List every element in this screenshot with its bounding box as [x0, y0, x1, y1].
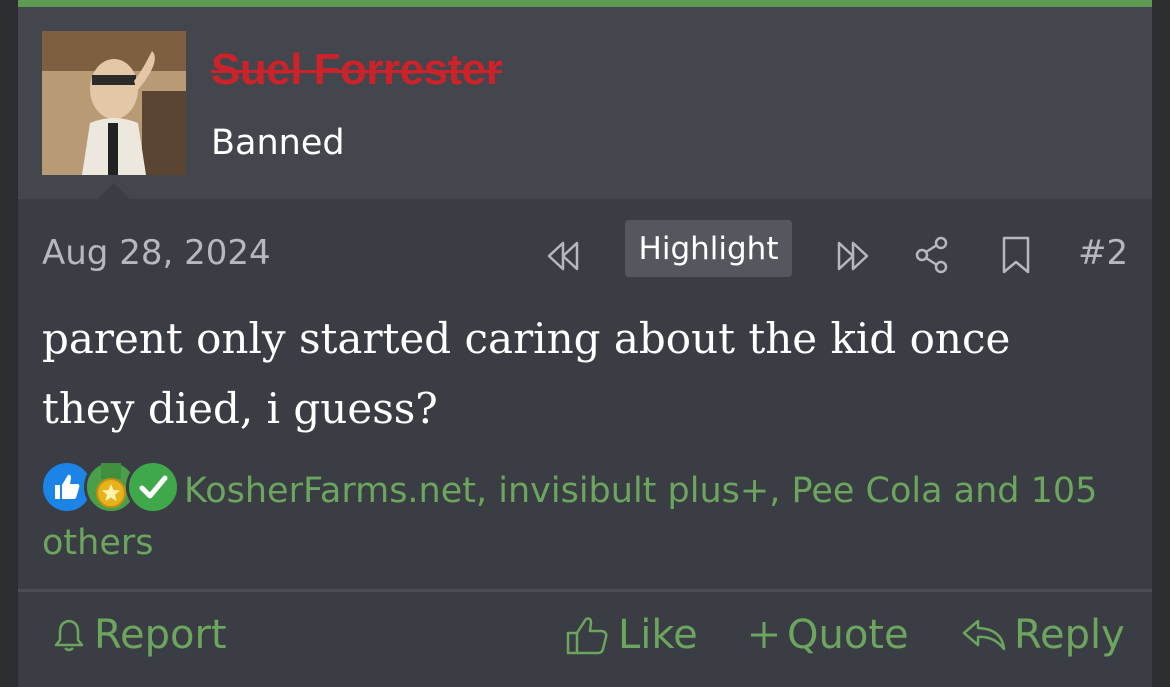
highlight-button[interactable]: Highlight [625, 220, 792, 277]
post-number[interactable]: #2 [1078, 233, 1128, 273]
post-date[interactable]: Aug 28, 2024 [42, 233, 271, 273]
reply-arrow-icon [962, 619, 1006, 651]
report-label: Report [94, 612, 227, 658]
user-title: Banned [211, 123, 345, 163]
fast-forward-icon[interactable] [830, 233, 876, 279]
quote-label: Quote [787, 612, 909, 658]
reaction-users[interactable]: KosherFarms.net, invisibult plus+, Pee C… [42, 465, 1122, 569]
thumbs-up-outline-icon [566, 617, 608, 655]
share-icon[interactable] [910, 231, 954, 279]
bell-icon [54, 619, 84, 652]
plus-icon [751, 622, 777, 648]
post-card: Suel Forrester Banned Aug 28, 2024 Highl… [18, 0, 1152, 687]
post-body: parent only started caring about the kid… [42, 314, 1011, 433]
reply-label: Reply [1014, 612, 1125, 658]
username[interactable]: Suel Forrester [211, 45, 503, 95]
like-label: Like [618, 612, 698, 658]
bookmark-icon[interactable] [996, 231, 1036, 279]
avatar[interactable] [42, 31, 186, 175]
like-button[interactable]: Like [564, 607, 698, 663]
report-button[interactable]: Report [50, 607, 227, 663]
user-bar-caret [98, 183, 130, 199]
reply-button[interactable]: Reply [960, 607, 1125, 663]
rewind-icon[interactable] [540, 233, 586, 279]
user-header: Suel Forrester Banned [18, 7, 1152, 199]
divider [18, 589, 1152, 592]
quote-button[interactable]: Quote [747, 607, 909, 663]
